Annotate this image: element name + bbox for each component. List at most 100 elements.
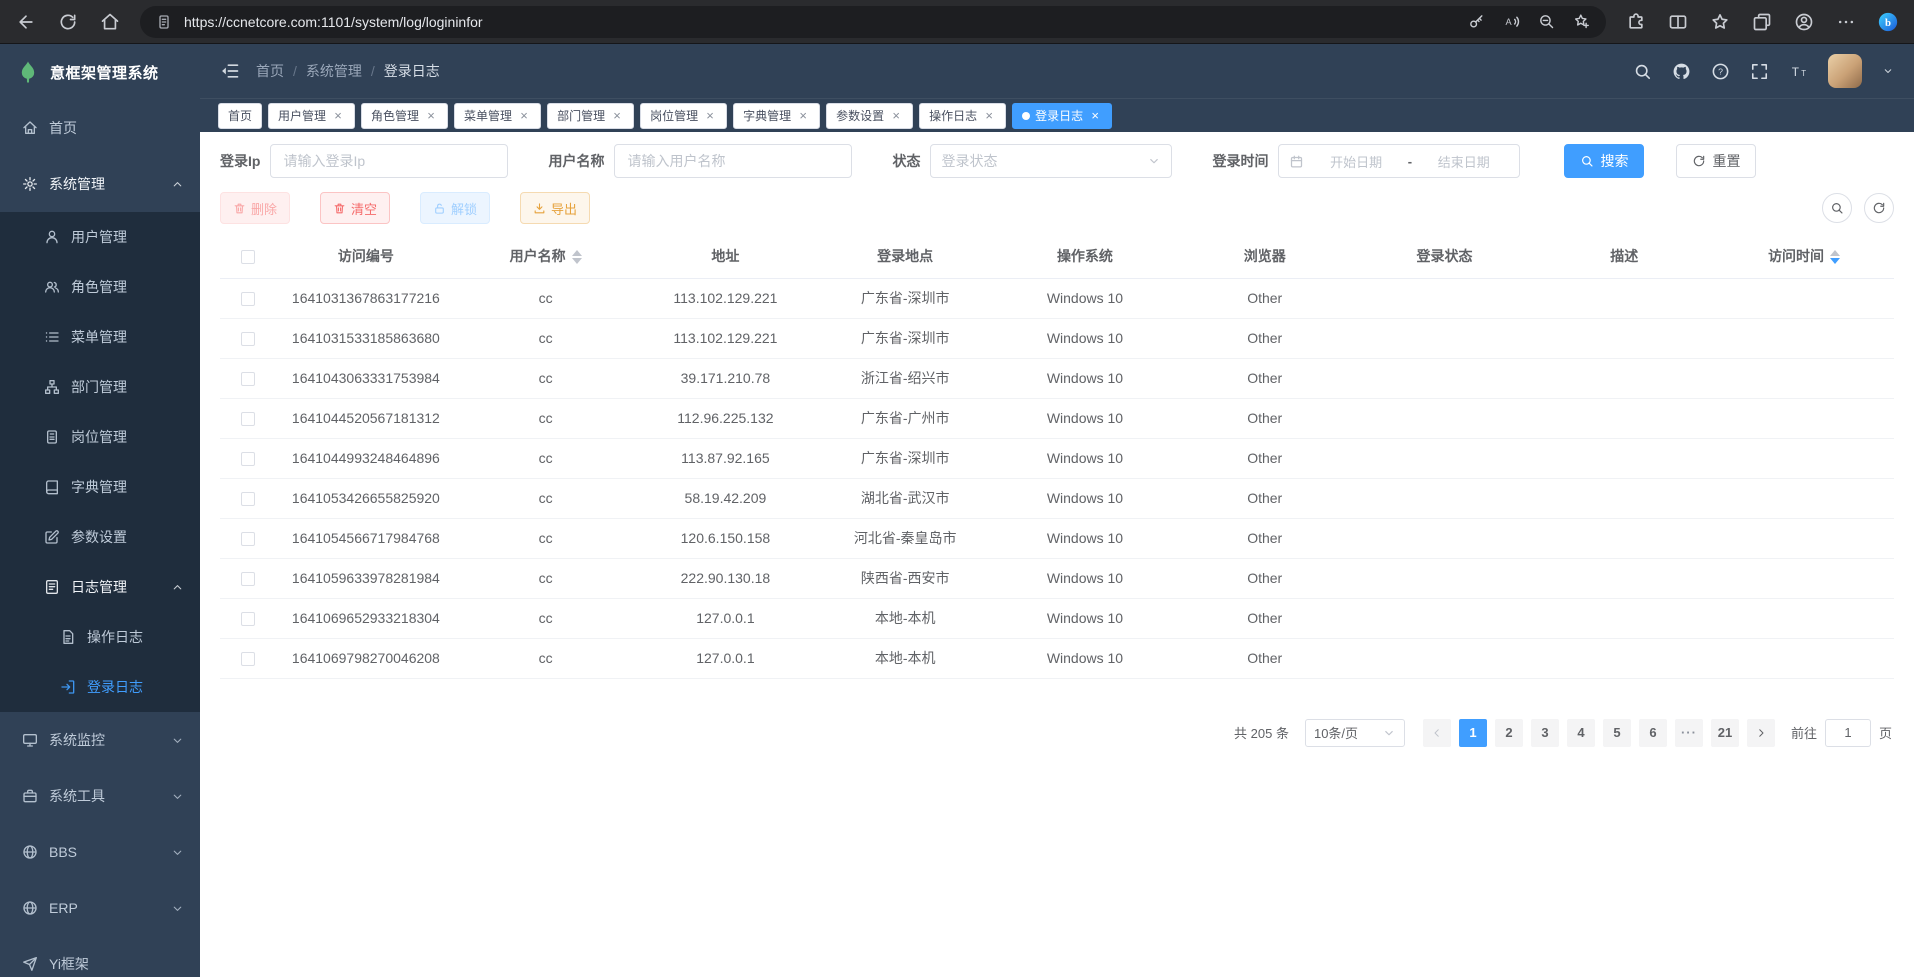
tab-6[interactable]: 字典管理× [733,103,820,129]
delete-button[interactable]: 删除 [220,192,290,224]
goto-page-input[interactable] [1825,719,1871,747]
sidebar-item-9[interactable]: 日志管理 [0,562,200,612]
prev-page-button[interactable] [1423,719,1451,747]
key-icon[interactable] [1468,13,1485,30]
page-button-21[interactable]: 21 [1711,719,1739,747]
refresh-table-button[interactable] [1864,193,1894,223]
close-icon[interactable]: × [982,109,996,123]
sort-caret[interactable] [572,250,582,264]
extensions-icon[interactable] [1626,12,1646,32]
login-ip-input[interactable] [270,144,508,178]
table-row[interactable]: 1641069652933218304cc127.0.0.1本地-本机Windo… [220,598,1894,638]
table-row[interactable]: 1641044520567181312cc112.96.225.132广东省-广… [220,398,1894,438]
sidebar-item-11[interactable]: 登录日志 [0,662,200,712]
table-row[interactable]: 1641059633978281984cc222.90.130.18陕西省-西安… [220,558,1894,598]
table-row[interactable]: 1641031533185863680cc113.102.129.221广东省-… [220,318,1894,358]
sidebar-item-0[interactable]: 首页 [0,100,200,156]
status-select[interactable]: 登录状态 [930,144,1172,178]
tab-5[interactable]: 岗位管理× [640,103,727,129]
font-size-icon[interactable]: TT [1789,62,1808,81]
table-row[interactable]: 1641044993248464896cc113.87.92.165广东省-深圳… [220,438,1894,478]
close-icon[interactable]: × [424,109,438,123]
table-row[interactable]: 1641069798270046208cc127.0.0.1本地-本机Windo… [220,638,1894,678]
table-row[interactable]: 1641053426655825920cc58.19.42.209湖北省-武汉市… [220,478,1894,518]
tab-9[interactable]: 登录日志× [1012,103,1112,129]
login-time-range-picker[interactable]: 开始日期 - 结束日期 [1278,144,1520,178]
tab-1[interactable]: 用户管理× [268,103,355,129]
page-button-1[interactable]: 1 [1459,719,1487,747]
close-icon[interactable]: × [796,109,810,123]
search-button[interactable]: 搜索 [1564,144,1644,178]
page-size-select[interactable]: 10条/页 [1305,719,1405,747]
close-icon[interactable]: × [331,109,345,123]
favorite-add-icon[interactable] [1573,13,1590,30]
sidebar-item-4[interactable]: 菜单管理 [0,312,200,362]
sidebar-item-14[interactable]: BBS [0,824,200,880]
row-checkbox[interactable] [241,452,255,466]
page-button-4[interactable]: 4 [1567,719,1595,747]
favorites-icon[interactable] [1710,12,1730,32]
breadcrumb-item[interactable]: 首页 [256,61,284,81]
github-icon[interactable] [1672,62,1691,81]
row-checkbox[interactable] [241,652,255,666]
toggle-search-button[interactable] [1822,193,1852,223]
table-row[interactable]: 1641054566717984768cc120.6.150.158河北省-秦皇… [220,518,1894,558]
tab-8[interactable]: 操作日志× [919,103,1006,129]
page-button-6[interactable]: 6 [1639,719,1667,747]
profile-icon[interactable] [1794,12,1814,32]
sidebar-item-5[interactable]: 部门管理 [0,362,200,412]
sidebar-item-3[interactable]: 角色管理 [0,262,200,312]
tab-4[interactable]: 部门管理× [547,103,634,129]
address-bar[interactable]: https://ccnetcore.com:1101/system/log/lo… [140,6,1606,38]
sidebar-item-8[interactable]: 参数设置 [0,512,200,562]
page-button-2[interactable]: 2 [1495,719,1523,747]
row-checkbox[interactable] [241,372,255,386]
tab-0[interactable]: 首页 [218,103,262,129]
sidebar-item-16[interactable]: Yi框架 [0,936,200,977]
sidebar-item-15[interactable]: ERP [0,880,200,936]
bing-icon[interactable]: b [1878,12,1898,32]
close-icon[interactable]: × [517,109,531,123]
table-row[interactable]: 1641043063331753984cc39.171.210.78浙江省-绍兴… [220,358,1894,398]
url-text[interactable]: https://ccnetcore.com:1101/system/log/lo… [184,14,1456,30]
read-aloud-icon[interactable]: A [1503,13,1520,30]
home-icon[interactable] [100,12,120,32]
close-icon[interactable]: × [1088,109,1102,123]
user-name-input[interactable] [614,144,852,178]
split-screen-icon[interactable] [1668,12,1688,32]
chevron-down-icon[interactable] [1882,65,1894,77]
sidebar-item-2[interactable]: 用户管理 [0,212,200,262]
app-logo[interactable]: 意框架管理系统 [0,44,200,100]
breadcrumb-item[interactable]: 系统管理 [306,61,362,81]
row-checkbox[interactable] [241,572,255,586]
next-page-button[interactable] [1747,719,1775,747]
row-checkbox[interactable] [241,412,255,426]
more-icon[interactable] [1836,12,1856,32]
close-icon[interactable]: × [610,109,624,123]
close-icon[interactable]: × [703,109,717,123]
fold-menu-icon[interactable] [220,61,240,81]
reset-button[interactable]: 重置 [1676,144,1756,178]
col-time[interactable]: 访问时间 [1714,234,1894,278]
tab-3[interactable]: 菜单管理× [454,103,541,129]
row-checkbox[interactable] [241,292,255,306]
search-icon[interactable] [1633,62,1652,81]
col-user[interactable]: 用户名称 [456,234,636,278]
row-checkbox[interactable] [241,332,255,346]
sidebar-item-6[interactable]: 岗位管理 [0,412,200,462]
site-info-icon[interactable] [156,14,172,30]
close-icon[interactable]: × [889,109,903,123]
sort-caret[interactable] [1830,250,1840,264]
collections-icon[interactable] [1752,12,1772,32]
help-icon[interactable]: ? [1711,62,1730,81]
page-button-5[interactable]: 5 [1603,719,1631,747]
select-all-checkbox[interactable] [241,250,255,264]
sidebar-item-12[interactable]: 系统监控 [0,712,200,768]
row-checkbox[interactable] [241,612,255,626]
sidebar-item-7[interactable]: 字典管理 [0,462,200,512]
sidebar-item-13[interactable]: 系统工具 [0,768,200,824]
back-icon[interactable] [16,12,36,32]
clear-button[interactable]: 清空 [320,192,390,224]
user-avatar[interactable] [1828,54,1862,88]
table-row[interactable]: 1641031367863177216cc113.102.129.221广东省-… [220,278,1894,318]
